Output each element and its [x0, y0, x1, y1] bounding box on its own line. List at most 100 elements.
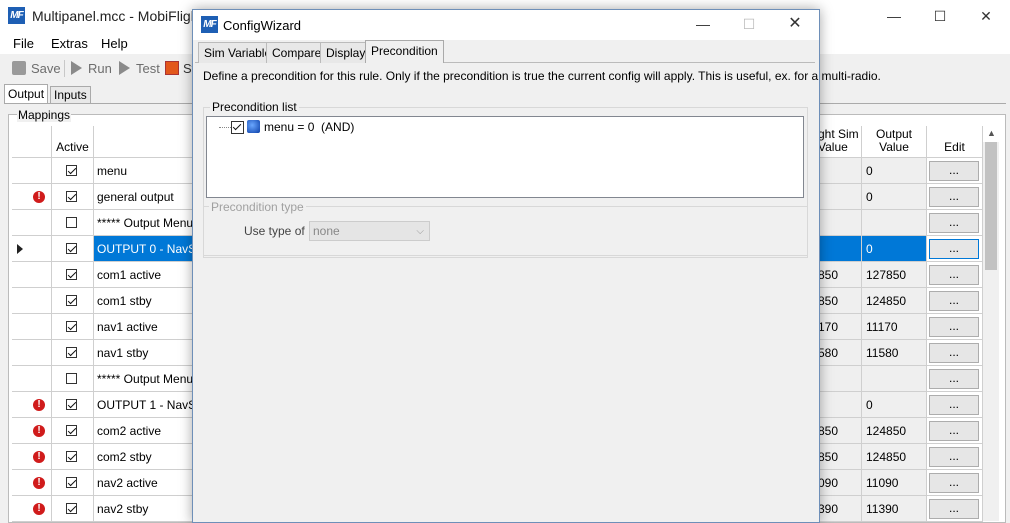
description-cell[interactable]: nav2 active: [94, 470, 194, 496]
edit-button[interactable]: ...: [929, 395, 979, 415]
dialog-close-button[interactable]: ✕: [772, 9, 818, 39]
row-header[interactable]: [12, 158, 52, 184]
flight-sim-value-cell: [818, 158, 862, 184]
precondition-item-label[interactable]: menu = 0 (AND): [264, 120, 354, 134]
active-checkbox[interactable]: [66, 295, 77, 306]
row-header[interactable]: [12, 444, 52, 470]
precondition-tree[interactable]: menu = 0 (AND): [206, 116, 804, 198]
active-checkbox[interactable]: [66, 451, 77, 462]
row-header[interactable]: [12, 184, 52, 210]
row-header[interactable]: [12, 340, 52, 366]
output-value-cell: 11090: [862, 470, 927, 496]
active-checkbox[interactable]: [66, 165, 77, 176]
tab-display[interactable]: Display: [320, 42, 372, 63]
active-checkbox[interactable]: [66, 347, 77, 358]
grid-scrollbar-thumb[interactable]: [985, 142, 997, 270]
active-checkbox[interactable]: [66, 399, 77, 410]
output-value: 11390: [866, 502, 899, 516]
minimize-button[interactable]: —: [871, 0, 917, 32]
description-cell[interactable]: OUTPUT 1 - NavSta: [94, 392, 194, 418]
edit-button[interactable]: ...: [929, 499, 979, 519]
column-header-description[interactable]: [94, 126, 194, 158]
description-cell[interactable]: com1 active: [94, 262, 194, 288]
description-cell[interactable]: nav2 stby: [94, 496, 194, 522]
description-cell[interactable]: general output: [94, 184, 194, 210]
edit-button[interactable]: ...: [929, 239, 979, 259]
run-button[interactable]: Run: [88, 61, 112, 76]
menu-extras[interactable]: Extras: [51, 36, 88, 51]
test-button[interactable]: Test: [136, 61, 160, 76]
description-text: com2 active: [97, 424, 162, 438]
column-header-flight-sim-value[interactable]: ght Sim Value: [818, 126, 862, 158]
active-checkbox[interactable]: [66, 321, 77, 332]
warning-icon: !: [33, 191, 45, 203]
row-header[interactable]: [12, 314, 52, 340]
edit-button[interactable]: ...: [929, 343, 979, 363]
edit-button[interactable]: ...: [929, 187, 979, 207]
column-header-output-value[interactable]: Output Value: [862, 126, 927, 158]
edit-button[interactable]: ...: [929, 213, 979, 233]
precondition-checkbox[interactable]: [231, 121, 244, 134]
active-checkbox[interactable]: [66, 191, 77, 202]
active-checkbox[interactable]: [66, 425, 77, 436]
toolbar-separator: [64, 60, 65, 77]
row-header[interactable]: [12, 366, 52, 392]
save-button[interactable]: Save: [31, 61, 61, 76]
dialog-titlebar[interactable]: MF ConfigWizard — ☐ ✕: [193, 10, 819, 40]
grid-vertical-scrollbar[interactable]: [983, 142, 999, 521]
edit-button[interactable]: ...: [929, 265, 979, 285]
scroll-up-icon[interactable]: ▲: [987, 128, 996, 138]
output-value: 0: [866, 190, 873, 204]
dialog-minimize-button[interactable]: —: [680, 9, 726, 39]
active-checkbox[interactable]: [66, 503, 77, 514]
description-cell[interactable]: com2 stby: [94, 444, 194, 470]
tab-precondition[interactable]: Precondition: [365, 40, 444, 63]
row-header[interactable]: [12, 496, 52, 522]
description-cell[interactable]: nav1 stby: [94, 340, 194, 366]
active-checkbox[interactable]: [66, 373, 77, 384]
output-value-cell: 11580: [862, 340, 927, 366]
row-header[interactable]: [12, 262, 52, 288]
tab-output[interactable]: Output: [4, 84, 49, 104]
flight-sim-value: 170: [818, 320, 839, 334]
use-type-select[interactable]: none ⌵: [309, 221, 430, 241]
edit-button[interactable]: ...: [929, 317, 979, 337]
row-header[interactable]: [12, 288, 52, 314]
description-text: com2 stby: [97, 450, 152, 464]
row-header[interactable]: [12, 210, 52, 236]
mappings-label: Mappings: [17, 108, 72, 122]
column-header-edit[interactable]: Edit: [927, 126, 983, 158]
maximize-button[interactable]: ☐: [917, 0, 963, 32]
description-cell[interactable]: ***** Output Menu 0: [94, 210, 194, 236]
edit-button[interactable]: ...: [929, 447, 979, 467]
column-header-active[interactable]: Active: [52, 126, 94, 158]
row-header[interactable]: [12, 470, 52, 496]
row-header[interactable]: [12, 392, 52, 418]
description-cell[interactable]: ***** Output Menu 1: [94, 366, 194, 392]
active-checkbox[interactable]: [66, 217, 77, 228]
description-cell[interactable]: nav1 active: [94, 314, 194, 340]
description-cell[interactable]: OUTPUT 0 - NavSta: [94, 236, 194, 262]
edit-button[interactable]: ...: [929, 421, 979, 441]
edit-button[interactable]: ...: [929, 473, 979, 493]
flight-sim-value-cell: 850: [818, 418, 862, 444]
output-value-cell: 0: [862, 158, 927, 184]
close-button[interactable]: ✕: [963, 0, 1009, 32]
menu-help[interactable]: Help: [101, 36, 128, 51]
row-header[interactable]: [12, 418, 52, 444]
description-cell[interactable]: menu: [94, 158, 194, 184]
description-cell[interactable]: com2 active: [94, 418, 194, 444]
edit-button[interactable]: ...: [929, 161, 979, 181]
edit-button[interactable]: ...: [929, 369, 979, 389]
active-checkbox[interactable]: [66, 477, 77, 488]
tab-inputs[interactable]: Inputs: [50, 86, 91, 104]
active-checkbox[interactable]: [66, 243, 77, 254]
edit-button[interactable]: ...: [929, 291, 979, 311]
tab-compare[interactable]: Compare: [266, 42, 328, 63]
output-value: 0: [866, 164, 873, 178]
description-text: ***** Output Menu 0: [97, 216, 194, 230]
dialog-maximize-button[interactable]: ☐: [726, 9, 772, 39]
active-checkbox[interactable]: [66, 269, 77, 280]
menu-file[interactable]: File: [13, 36, 34, 51]
description-cell[interactable]: com1 stby: [94, 288, 194, 314]
